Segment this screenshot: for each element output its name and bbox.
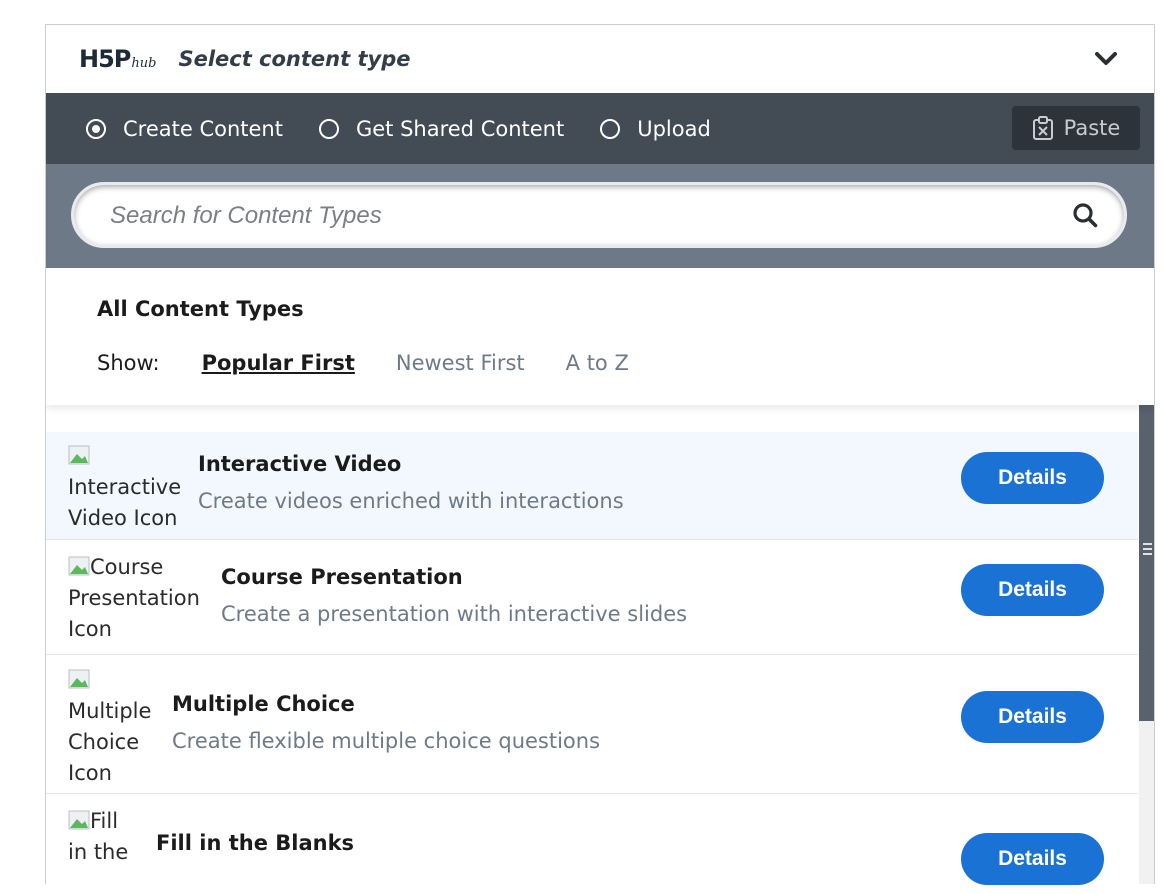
list-scrollbar-thumb[interactable] — [1139, 405, 1154, 721]
item-name: Fill in the Blanks — [156, 831, 355, 855]
details-button[interactable]: Details — [961, 452, 1104, 504]
list-item-fill-in-the-blanks[interactable]: Fill in the Fill in the Blanks Details — [46, 794, 1138, 894]
item-description: Create a presentation with interactive s… — [221, 602, 688, 626]
icon-alt-text: in the — [68, 840, 129, 864]
search-input[interactable] — [108, 185, 1052, 247]
hub-tabs: Create Content Get Shared Content Upload… — [46, 93, 1154, 164]
item-name: Interactive Video — [198, 452, 402, 476]
item-name: Multiple Choice — [172, 692, 355, 716]
details-button[interactable]: Details — [961, 564, 1104, 616]
sort-newest-first[interactable]: Newest First — [396, 351, 525, 375]
radio-selected-icon[interactable] — [86, 118, 106, 139]
broken-image-icon — [68, 810, 90, 830]
details-button[interactable]: Details — [961, 833, 1104, 885]
icon-alt-text: Icon — [68, 761, 112, 785]
details-button[interactable]: Details — [961, 691, 1104, 743]
course-presentation-icon: Course Presentation Icon — [68, 552, 200, 645]
list-item-course-presentation[interactable]: Course Presentation Icon Course Presenta… — [46, 540, 1138, 655]
sort-popular-first[interactable]: Popular First — [202, 351, 355, 375]
clipboard-icon — [1032, 116, 1053, 140]
all-content-types-panel: All Content Types Show: Popular First Ne… — [46, 268, 1154, 405]
paste-label: Paste — [1063, 116, 1121, 140]
logo-main: H5P — [79, 45, 131, 73]
chevron-down-icon[interactable] — [1094, 49, 1118, 69]
item-name: Course Presentation — [221, 565, 463, 589]
icon-alt-text: Fill — [90, 809, 119, 833]
search-icon[interactable] — [1072, 202, 1098, 228]
broken-image-icon — [68, 669, 90, 689]
item-description: Create videos enriched with interactions — [198, 489, 624, 513]
hub-title: Select content type — [178, 47, 411, 71]
broken-image-icon — [68, 445, 90, 465]
paste-button[interactable]: Paste — [1012, 106, 1140, 150]
scrollbar-grip-icon — [1143, 543, 1152, 558]
show-label: Show: — [97, 351, 160, 375]
section-title: All Content Types — [97, 297, 304, 321]
interactive-video-icon: Interactive Video Icon — [68, 441, 181, 534]
icon-alt-text: Icon — [68, 617, 112, 641]
item-description: Create flexible multiple choice question… — [172, 729, 601, 753]
icon-alt-text: Multiple — [68, 699, 152, 723]
tab-upload[interactable]: Upload — [600, 117, 711, 141]
icon-alt-text: Choice — [68, 730, 140, 754]
icon-alt-text: Presentation — [68, 586, 200, 610]
fill-in-the-blanks-icon: Fill in the — [68, 806, 128, 868]
content-type-list: Interactive Video Icon Interactive Video… — [46, 432, 1138, 894]
sort-controls: Show: Popular First Newest First A to Z — [97, 351, 670, 375]
radio-icon[interactable] — [600, 118, 621, 139]
search-box[interactable] — [71, 182, 1127, 248]
icon-alt-text: Course — [90, 555, 164, 579]
tab-create-content[interactable]: Create Content — [86, 117, 283, 141]
multiple-choice-icon: Multiple Choice Icon — [68, 665, 151, 789]
sort-a-to-z[interactable]: A to Z — [566, 351, 629, 375]
list-item-multiple-choice[interactable]: Multiple Choice Icon Multiple Choice Cre… — [46, 655, 1138, 794]
h5p-hub-logo: H5P hub — [79, 45, 156, 73]
tab-get-shared-content[interactable]: Get Shared Content — [318, 116, 565, 141]
icon-alt-text: Video Icon — [68, 506, 178, 530]
tab-label: Upload — [637, 116, 711, 141]
hub-header[interactable]: H5P hub Select content type — [46, 25, 1154, 93]
list-item-interactive-video[interactable]: Interactive Video Icon Interactive Video… — [46, 432, 1138, 540]
tab-label: Create Content — [123, 116, 283, 141]
logo-sub: hub — [131, 56, 157, 71]
broken-image-icon — [68, 556, 90, 576]
icon-alt-text: Interactive — [68, 475, 182, 499]
radio-icon[interactable] — [318, 118, 339, 139]
tab-label: Get Shared Content — [355, 116, 565, 141]
search-bar — [46, 164, 1154, 268]
